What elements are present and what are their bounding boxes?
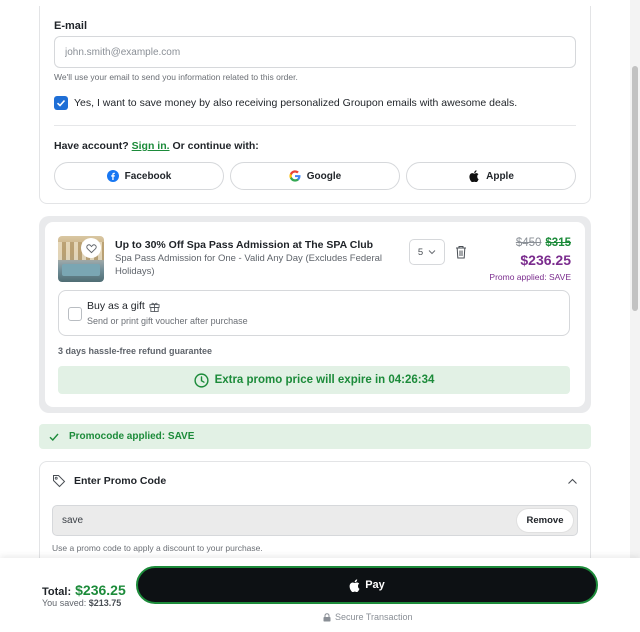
promocode-applied-banner: Promocode applied: SAVE: [39, 424, 591, 449]
total-line: Total: $236.25: [42, 582, 126, 598]
account-prefix: Have account?: [54, 140, 129, 152]
deal-card-inner: Up to 30% Off Spa Pass Admission at The …: [45, 222, 585, 407]
optin-checkbox[interactable]: [54, 96, 68, 110]
contact-card: E-mail We'll use your email to send you …: [39, 6, 591, 204]
google-label: Google: [306, 170, 342, 182]
scrollbar[interactable]: [630, 0, 640, 558]
checkmark-icon: [49, 433, 59, 441]
scrollbar-thumb[interactable]: [632, 66, 638, 311]
email-field[interactable]: [54, 36, 576, 68]
secure-text: Secure Transaction: [335, 612, 413, 622]
facebook-button[interactable]: Facebook: [54, 162, 224, 190]
promo-timer-text: Extra promo price will expire in 04:26:3…: [214, 374, 435, 386]
clock-icon: [193, 372, 209, 388]
gift-checkbox[interactable]: [68, 307, 82, 321]
saved-label: You saved:: [42, 598, 87, 608]
apple-icon: [469, 170, 479, 182]
email-hint: We'll use your email to send you informa…: [54, 72, 298, 82]
facebook-label: Facebook: [124, 170, 172, 182]
wishlist-button[interactable]: [81, 238, 101, 258]
tag-icon: [53, 475, 66, 488]
checkout-bar: Total: $236.25 You saved: $213.75 Pay Se…: [0, 558, 640, 632]
optin-label: Yes, I want to save money by also receiv…: [74, 97, 518, 109]
promo-timer-banner: Extra promo price will expire in 04:26:3…: [58, 366, 570, 394]
checkout-scroll-area: E-mail We'll use your email to send you …: [0, 0, 630, 558]
chevron-up-icon[interactable]: [567, 476, 578, 487]
promo-code-heading[interactable]: Enter Promo Code: [74, 475, 166, 487]
promo-code-value: save: [62, 515, 84, 526]
gift-subtitle: Send or print gift voucher after purchas…: [87, 316, 248, 326]
deal-price: $315: [545, 237, 571, 249]
total-amount: $236.25: [75, 582, 126, 598]
original-prices: $450 $315: [516, 237, 571, 249]
google-button[interactable]: Google: [230, 162, 400, 190]
list-price: $450: [515, 237, 542, 249]
account-suffix: Or continue with:: [172, 140, 259, 152]
refund-guarantee: 3 days hassle-free refund guarantee: [58, 346, 213, 356]
google-icon: [289, 170, 301, 182]
promo-code-card: Enter Promo Code save Remove Use a promo…: [39, 461, 591, 558]
deal-card: Up to 30% Off Spa Pass Admission at The …: [39, 216, 591, 413]
total-label: Total:: [42, 586, 72, 598]
remove-promo-button[interactable]: Remove: [517, 509, 573, 532]
saved-line: You saved: $213.75: [42, 598, 121, 608]
apple-button[interactable]: Apple: [406, 162, 576, 190]
heart-icon: [85, 243, 97, 253]
divider: [54, 125, 576, 126]
promocode-applied-text: Promocode applied: SAVE: [69, 431, 195, 442]
saved-amount: $213.75: [88, 598, 122, 608]
deal-subtitle: Spa Pass Admission for One - Valid Any D…: [115, 253, 383, 277]
promo-applied-note: Promo applied: SAVE: [489, 272, 571, 282]
gift-title: Buy as a gift: [87, 300, 160, 312]
current-price: $236.25: [520, 252, 571, 268]
promo-code-field[interactable]: save Remove: [52, 505, 578, 536]
apple-label: Apple: [486, 170, 514, 182]
promo-code-help: Use a promo code to apply a discount to …: [52, 543, 263, 553]
gift-title-text: Buy as a gift: [87, 300, 145, 312]
pay-label: Pay: [365, 579, 385, 591]
deal-title: Up to 30% Off Spa Pass Admission at The …: [115, 239, 374, 251]
email-label: E-mail: [54, 20, 88, 32]
facebook-icon: [106, 170, 119, 182]
quantity-value: 5: [417, 246, 424, 258]
gift-option[interactable]: Buy as a gift Send or print gift voucher…: [58, 290, 570, 336]
secure-transaction: Secure Transaction: [323, 612, 413, 622]
apple-pay-button[interactable]: Pay: [136, 566, 598, 604]
apple-icon: [349, 578, 360, 592]
trash-icon[interactable]: [455, 245, 467, 259]
checkmark-icon: [56, 99, 66, 107]
sign-in-link[interactable]: Sign in.: [132, 140, 170, 152]
quantity-select[interactable]: 5: [409, 239, 445, 265]
lock-icon: [323, 612, 331, 621]
chevron-down-icon: [428, 250, 436, 255]
gift-icon: [149, 302, 160, 312]
account-line: Have account? Sign in. Or continue with:: [54, 140, 259, 152]
